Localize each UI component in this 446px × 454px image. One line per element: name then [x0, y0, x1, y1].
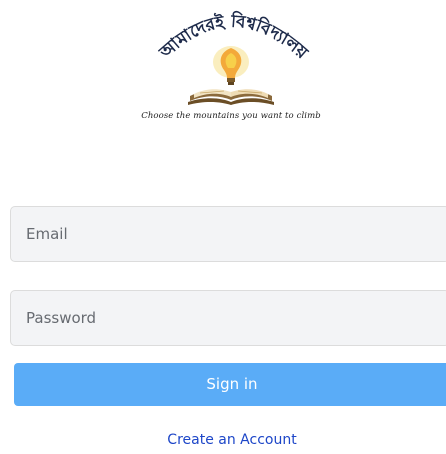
login-page: আমাদেরই বিশ্ববিদ্যালয় Choose the mounta…: [0, 0, 446, 454]
password-field-wrapper: [10, 290, 446, 346]
password-field[interactable]: [11, 291, 446, 345]
email-field-wrapper: [10, 206, 446, 262]
create-account-link[interactable]: Create an Account: [0, 432, 446, 448]
email-field[interactable]: [11, 207, 446, 261]
sign-in-button[interactable]: Sign in: [14, 363, 446, 406]
logo-tagline: Choose the mountains you want to climb: [141, 111, 321, 121]
lamp-book-icon: [188, 46, 274, 105]
university-logo: আমাদেরই বিশ্ববিদ্যালয় Choose the mounta…: [136, 0, 326, 132]
